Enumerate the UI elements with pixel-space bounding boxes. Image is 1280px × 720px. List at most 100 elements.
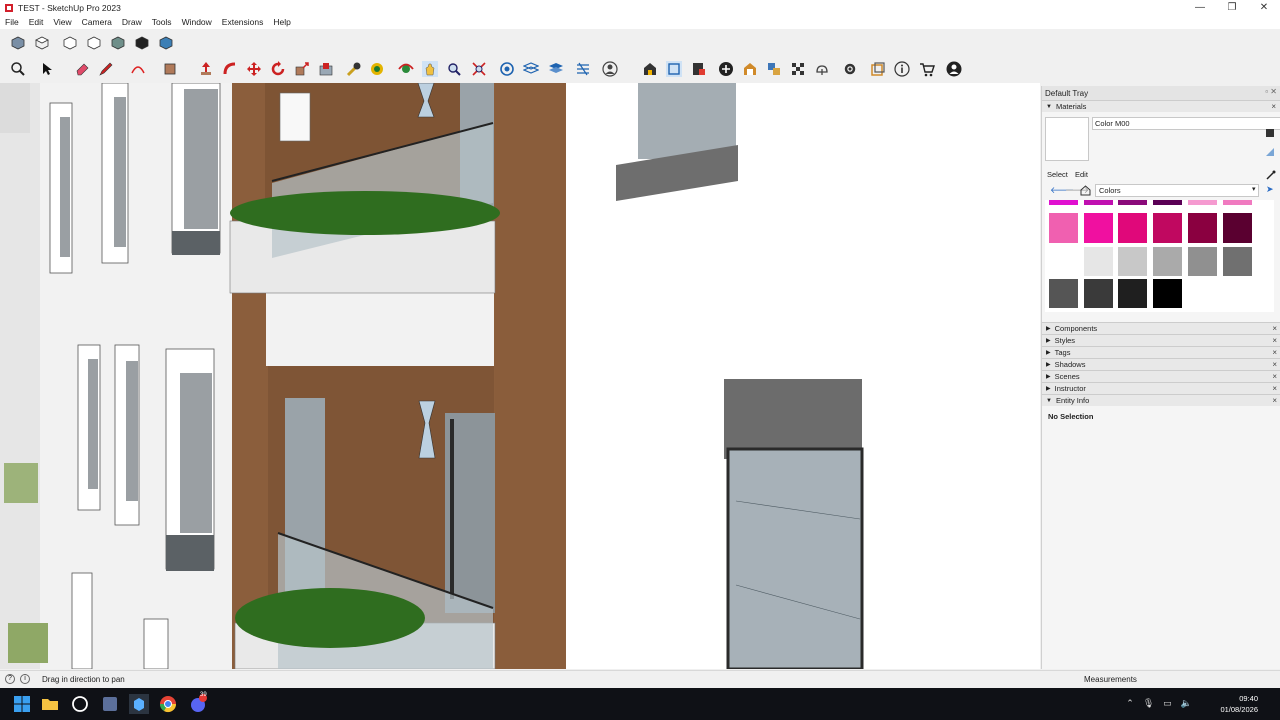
close-icon[interactable]: × [1272, 360, 1277, 369]
microphone-icon[interactable]: 🎙 [1143, 698, 1154, 709]
zoom-icon[interactable] [10, 61, 26, 77]
menu-extensions[interactable]: Extensions [217, 17, 269, 27]
color-swatch[interactable] [1048, 278, 1079, 309]
menu-file[interactable]: File [0, 17, 24, 27]
clock[interactable]: 09:40 01/08/2026 [1220, 693, 1258, 715]
menu-window[interactable]: Window [177, 17, 217, 27]
close-icon[interactable]: × [1272, 336, 1277, 345]
close-icon[interactable]: × [1272, 348, 1277, 357]
menu-camera[interactable]: Camera [77, 17, 117, 27]
move-icon[interactable] [246, 61, 262, 77]
entity-info-panel-header[interactable]: ▼ Entity Info × [1042, 394, 1280, 406]
menu-view[interactable]: View [48, 17, 76, 27]
follow-me-icon[interactable] [222, 61, 238, 77]
details-arrow-icon[interactable]: ➤ [1266, 184, 1274, 195]
color-swatch[interactable] [1152, 246, 1184, 277]
shadows-panel-header[interactable]: ▶ Shadows × [1042, 358, 1280, 370]
front-view-icon[interactable] [62, 35, 78, 51]
color-swatch[interactable] [1152, 212, 1184, 244]
section-plane-icon[interactable] [499, 61, 515, 77]
color-swatch[interactable] [1152, 278, 1184, 309]
color-swatch[interactable] [1082, 278, 1114, 309]
menu-tools[interactable]: Tools [147, 17, 177, 27]
tape-measure-icon[interactable] [346, 61, 362, 77]
close-button[interactable]: ✕ [1248, 0, 1280, 15]
instructor-panel-header[interactable]: ▶ Instructor × [1042, 382, 1280, 394]
material-name-field[interactable]: Color M00 [1092, 117, 1280, 130]
credits-icon[interactable]: i [20, 674, 30, 684]
color-swatch[interactable] [1048, 212, 1079, 244]
close-icon[interactable]: × [1272, 396, 1277, 405]
menu-draw[interactable]: Draw [117, 17, 147, 27]
right-view-icon[interactable] [86, 35, 102, 51]
paint-bucket-icon[interactable] [369, 61, 385, 77]
eyedropper-icon[interactable] [1266, 170, 1276, 180]
close-icon[interactable]: × [1272, 324, 1277, 333]
scenes-panel-header[interactable]: ▶ Scenes × [1042, 370, 1280, 382]
create-material-icon[interactable] [1264, 126, 1276, 138]
push-pull-icon[interactable] [198, 61, 214, 77]
chrome-icon[interactable] [158, 694, 178, 714]
select-icon[interactable] [38, 61, 54, 77]
offset-icon[interactable] [318, 61, 334, 77]
photo-texture-icon[interactable] [742, 61, 758, 77]
minimize-button[interactable]: — [1184, 0, 1216, 15]
dynamic-components-icon[interactable] [842, 61, 858, 77]
color-swatch[interactable] [1186, 212, 1218, 244]
info-icon[interactable] [894, 61, 910, 77]
iso-view-icon[interactable] [10, 35, 26, 51]
arc-icon[interactable] [130, 61, 146, 77]
chatgpt-icon[interactable] [70, 694, 90, 714]
menu-edit[interactable]: Edit [24, 17, 49, 27]
interact-icon[interactable] [870, 61, 886, 77]
volume-icon[interactable]: 🔈 [1181, 698, 1192, 709]
section-fill-icon[interactable] [575, 61, 591, 77]
color-swatch[interactable] [1186, 246, 1218, 277]
top-view-icon[interactable] [34, 35, 50, 51]
tab-select[interactable]: Select [1047, 170, 1068, 179]
home-icon[interactable] [1080, 185, 1091, 196]
add-location-icon[interactable] [718, 61, 734, 77]
close-icon[interactable]: × [1271, 102, 1276, 111]
color-swatch[interactable] [1048, 246, 1079, 277]
tilt-icon[interactable] [814, 61, 830, 77]
menu-help[interactable]: Help [268, 17, 295, 27]
file-explorer-icon[interactable] [40, 694, 60, 714]
color-swatch[interactable] [1082, 246, 1114, 277]
geo-location-icon[interactable]: ? [5, 674, 15, 684]
warehouse-icon[interactable] [642, 61, 658, 77]
pan-icon[interactable] [422, 61, 438, 77]
library-dropdown[interactable]: Colors [1095, 184, 1259, 197]
account-icon[interactable] [602, 61, 618, 77]
section-cut-icon[interactable] [548, 61, 564, 77]
color-swatch[interactable] [1186, 200, 1218, 206]
rectangle-icon[interactable] [162, 61, 178, 77]
color-swatch[interactable] [1221, 200, 1253, 206]
color-swatch[interactable] [1221, 246, 1253, 277]
model-viewport[interactable] [0, 83, 1040, 669]
color-swatch[interactable] [1117, 278, 1149, 309]
tags-panel-header[interactable]: ▶ Tags × [1042, 346, 1280, 358]
close-icon[interactable]: × [1272, 372, 1277, 381]
scale-icon[interactable] [294, 61, 310, 77]
close-icon[interactable]: × [1272, 384, 1277, 393]
zoom-extents-icon[interactable] [471, 61, 487, 77]
styles-icon[interactable] [766, 61, 782, 77]
network-icon[interactable]: ▭ [1163, 698, 1172, 709]
section-display-icon[interactable] [523, 61, 539, 77]
components-panel-header[interactable]: ▶ Components × [1042, 322, 1280, 334]
app-icon[interactable] [100, 694, 120, 714]
orbit-icon[interactable] [398, 61, 414, 77]
materials-panel-header[interactable]: ▼ Materials × [1042, 100, 1280, 112]
extension-warehouse-icon[interactable] [666, 61, 682, 77]
chevron-up-icon[interactable]: ⌃ [1126, 698, 1134, 709]
zoom-tool-icon[interactable] [446, 61, 462, 77]
preview-icon[interactable] [790, 61, 806, 77]
color-swatch[interactable] [1117, 246, 1149, 277]
bottom-view-icon[interactable] [158, 35, 174, 51]
color-swatch[interactable] [1152, 200, 1184, 206]
eraser-icon[interactable] [74, 61, 90, 77]
tab-edit[interactable]: Edit [1075, 170, 1088, 179]
back-view-icon[interactable] [110, 35, 126, 51]
store-icon[interactable] [919, 61, 935, 77]
